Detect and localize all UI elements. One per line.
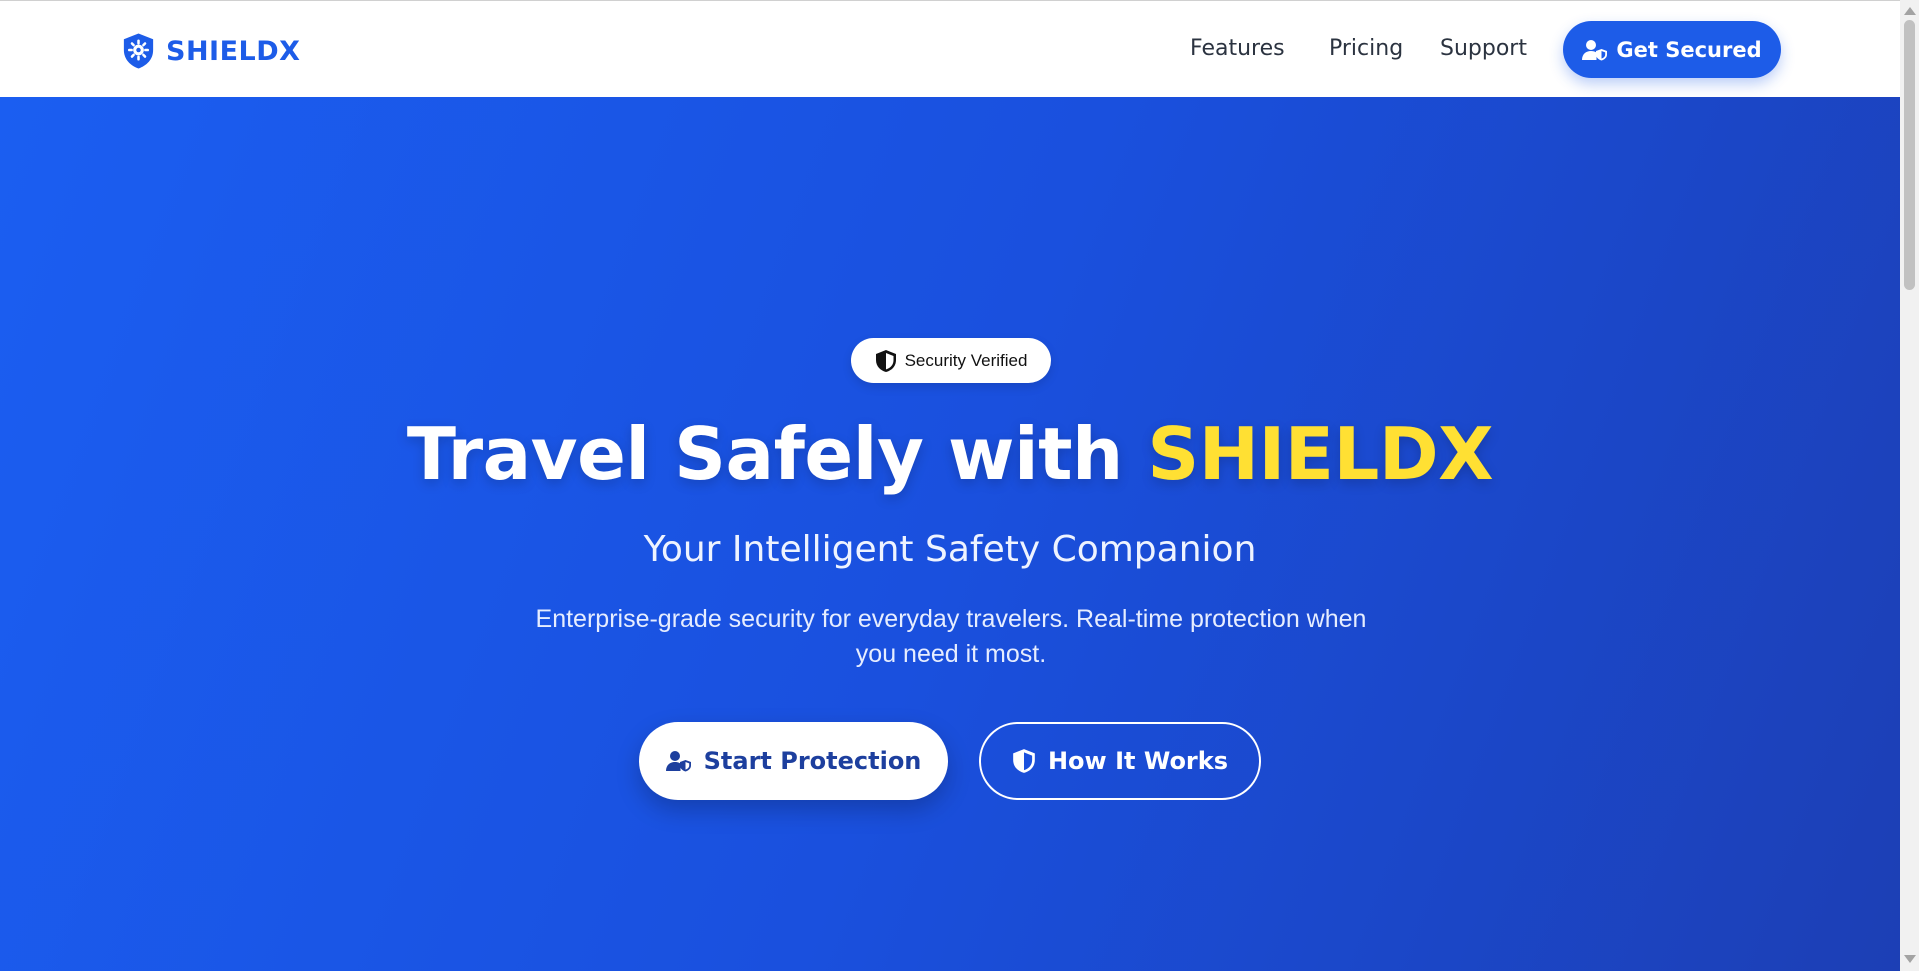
start-protection-button[interactable]: Start Protection [639,722,948,800]
user-shield-icon [1582,39,1608,60]
hero-description: Enterprise-grade security for everyday t… [535,605,1367,668]
hero-section: Security Verified Travel Safely with SHI… [0,97,1900,971]
how-it-works-button[interactable]: How It Works [979,722,1261,800]
badge-label: Security Verified [904,350,1028,370]
start-protection-label: Start Protection [703,747,922,775]
hero-headline: Travel Safely with SHIELDX [0,412,1900,496]
get-secured-label: Get Secured [1616,37,1762,62]
scroll-up-arrow-icon[interactable] [1904,7,1916,15]
security-verified-badge: Security Verified [851,338,1051,383]
user-shield-icon [665,751,691,772]
shield-half-icon [875,349,896,372]
nav-link-pricing[interactable]: Pricing [1329,36,1403,61]
hero-subheadline: Your Intelligent Safety Companion [643,529,1257,570]
nav-link-support[interactable]: Support [1440,36,1527,61]
nav-link-features[interactable]: Features [1190,36,1285,61]
scroll-down-arrow-icon[interactable] [1904,955,1916,963]
headline-brand: SHIELDX [1147,412,1494,496]
headline-prefix: Travel Safely with [406,412,1148,496]
vertical-scrollbar[interactable] [1900,0,1919,971]
shield-half-icon [1013,749,1035,773]
scrollbar-thumb[interactable] [1904,20,1915,290]
get-secured-button[interactable]: Get Secured [1563,21,1781,78]
how-it-works-label: How It Works [1047,747,1229,775]
navbar: SHIELDX Features Pricing Support Get Sec… [0,0,1900,97]
page: SHIELDX Features Pricing Support Get Sec… [0,0,1900,971]
